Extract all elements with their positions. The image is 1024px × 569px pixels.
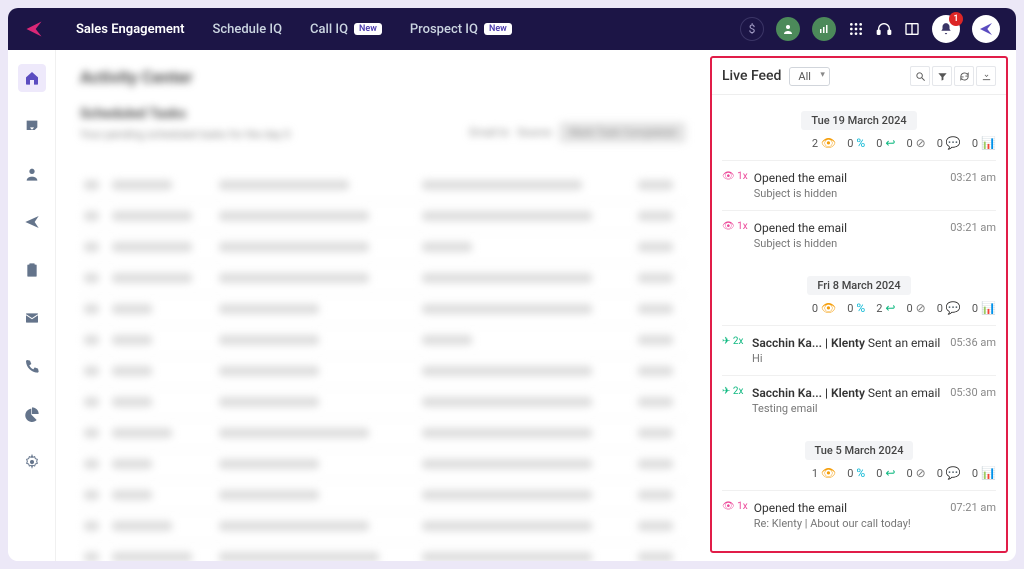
inbox-icon[interactable]	[18, 112, 46, 140]
stats-row: 0 👁0 %2 ↩0 ⊘0 💬0 📊	[722, 301, 996, 315]
date-pill: Tue 19 March 2024	[722, 109, 996, 128]
live-feed-title: Live Feed	[722, 68, 781, 84]
topbar: Sales Engagement Schedule IQ Call IQNew …	[8, 8, 1016, 50]
stats-row: 2 👁0 %0 ↩0 ⊘0 💬0 📊	[722, 136, 996, 150]
user-status-icon[interactable]	[776, 17, 800, 41]
profile-avatar[interactable]	[972, 15, 1000, 43]
feed-item-subject: Subject is hidden	[754, 237, 944, 250]
tab-call-iq[interactable]: Call IQNew	[310, 22, 382, 37]
gear-icon[interactable]	[18, 448, 46, 476]
feed-item-indicator: ✈ 2x	[722, 336, 746, 347]
feed-item-indicator: 👁 1x	[722, 171, 748, 182]
feed-item[interactable]: ✈ 2x Sacchin Ka... | Klenty Sent an email…	[722, 375, 996, 425]
feed-item-time: 07:21 am	[950, 501, 996, 514]
feed-item-indicator: 👁 1x	[722, 501, 748, 512]
feed-item-title: Opened the email	[754, 171, 944, 185]
live-feed-panel: Live Feed All Tue 19 March 2024 2 👁0 %0 ↩…	[710, 56, 1008, 553]
feed-item-indicator: 👁 1x	[722, 221, 748, 232]
feed-item[interactable]: 👁 1x Opened the email Re: Klenty | About o…	[722, 490, 996, 540]
person-icon[interactable]	[18, 160, 46, 188]
pie-icon[interactable]	[18, 400, 46, 428]
book-icon[interactable]	[904, 21, 920, 37]
feed-item-subject: Testing email	[752, 402, 944, 415]
main: Activity Center Scheduled Tasks Your pen…	[56, 50, 1016, 561]
send-icon[interactable]	[18, 208, 46, 236]
nav-tabs: Sales Engagement Schedule IQ Call IQNew …	[76, 22, 740, 37]
logo-icon[interactable]	[24, 19, 44, 39]
home-icon[interactable]	[18, 64, 46, 92]
body: Activity Center Scheduled Tasks Your pen…	[8, 50, 1016, 561]
feed-item[interactable]: 👁 1x Opened the email Subject is hidden 03:…	[722, 160, 996, 210]
chart-status-icon[interactable]	[812, 17, 836, 41]
tab-schedule-iq[interactable]: Schedule IQ	[212, 22, 282, 37]
refresh-icon[interactable]	[954, 66, 974, 86]
feed-item[interactable]: ✈ 2x Sacchin Ka... | Klenty Sent an email…	[722, 325, 996, 375]
tab-prospect-iq[interactable]: Prospect IQNew	[410, 22, 512, 37]
bell-icon[interactable]: 1	[932, 15, 960, 43]
search-icon[interactable]	[910, 66, 930, 86]
dialpad-icon[interactable]	[848, 21, 864, 37]
headset-icon[interactable]	[876, 21, 892, 37]
filter-icon[interactable]	[932, 66, 952, 86]
dollar-icon[interactable]: $	[740, 17, 764, 41]
new-badge: New	[354, 23, 382, 35]
download-icon[interactable]	[976, 66, 996, 86]
feed-item-title: Sacchin Ka... | Klenty Sent an email	[752, 336, 944, 350]
phone-icon[interactable]	[18, 352, 46, 380]
feed-item-subject: Subject is hidden	[754, 187, 944, 200]
new-badge: New	[484, 23, 512, 35]
feed-item-time: 05:30 am	[950, 386, 996, 399]
feed-item-time: 05:36 am	[950, 336, 996, 349]
mail-icon[interactable]	[18, 304, 46, 332]
feed-item[interactable]: 👁 1x Opened the email Subject is hidden 03:…	[722, 210, 996, 260]
clipboard-icon[interactable]	[18, 256, 46, 284]
live-feed-body: Tue 19 March 2024 2 👁0 %0 ↩0 ⊘0 💬0 📊 👁 1x O…	[712, 95, 1006, 551]
date-pill: Fri 8 March 2024	[722, 274, 996, 293]
feed-item-time: 03:21 am	[950, 171, 996, 184]
feed-item-title: Sacchin Ka... | Klenty Sent an email	[752, 386, 944, 400]
feed-item-time: 03:21 am	[950, 221, 996, 234]
activity-center-panel: Activity Center Scheduled Tasks Your pen…	[56, 50, 710, 561]
feed-item-indicator: ✈ 2x	[722, 386, 746, 397]
feed-item-title: Opened the email	[754, 221, 944, 235]
topbar-right: $ 1	[740, 15, 1000, 43]
live-feed-header: Live Feed All	[712, 58, 1006, 95]
feed-item-subject: Hi	[752, 352, 944, 365]
tab-sales-engagement[interactable]: Sales Engagement	[76, 22, 184, 37]
feed-item-subject: Re: Klenty | About our call today!	[754, 517, 944, 530]
live-feed-filter-select[interactable]: All	[789, 67, 830, 86]
date-pill: Tue 5 March 2024	[722, 439, 996, 458]
sidebar	[8, 50, 56, 561]
stats-row: 1 👁0 %0 ↩0 ⊘0 💬0 📊	[722, 466, 996, 480]
app-frame: Sales Engagement Schedule IQ Call IQNew …	[8, 8, 1016, 561]
notif-badge: 1	[949, 12, 963, 26]
feed-item-title: Opened the email	[754, 501, 944, 515]
